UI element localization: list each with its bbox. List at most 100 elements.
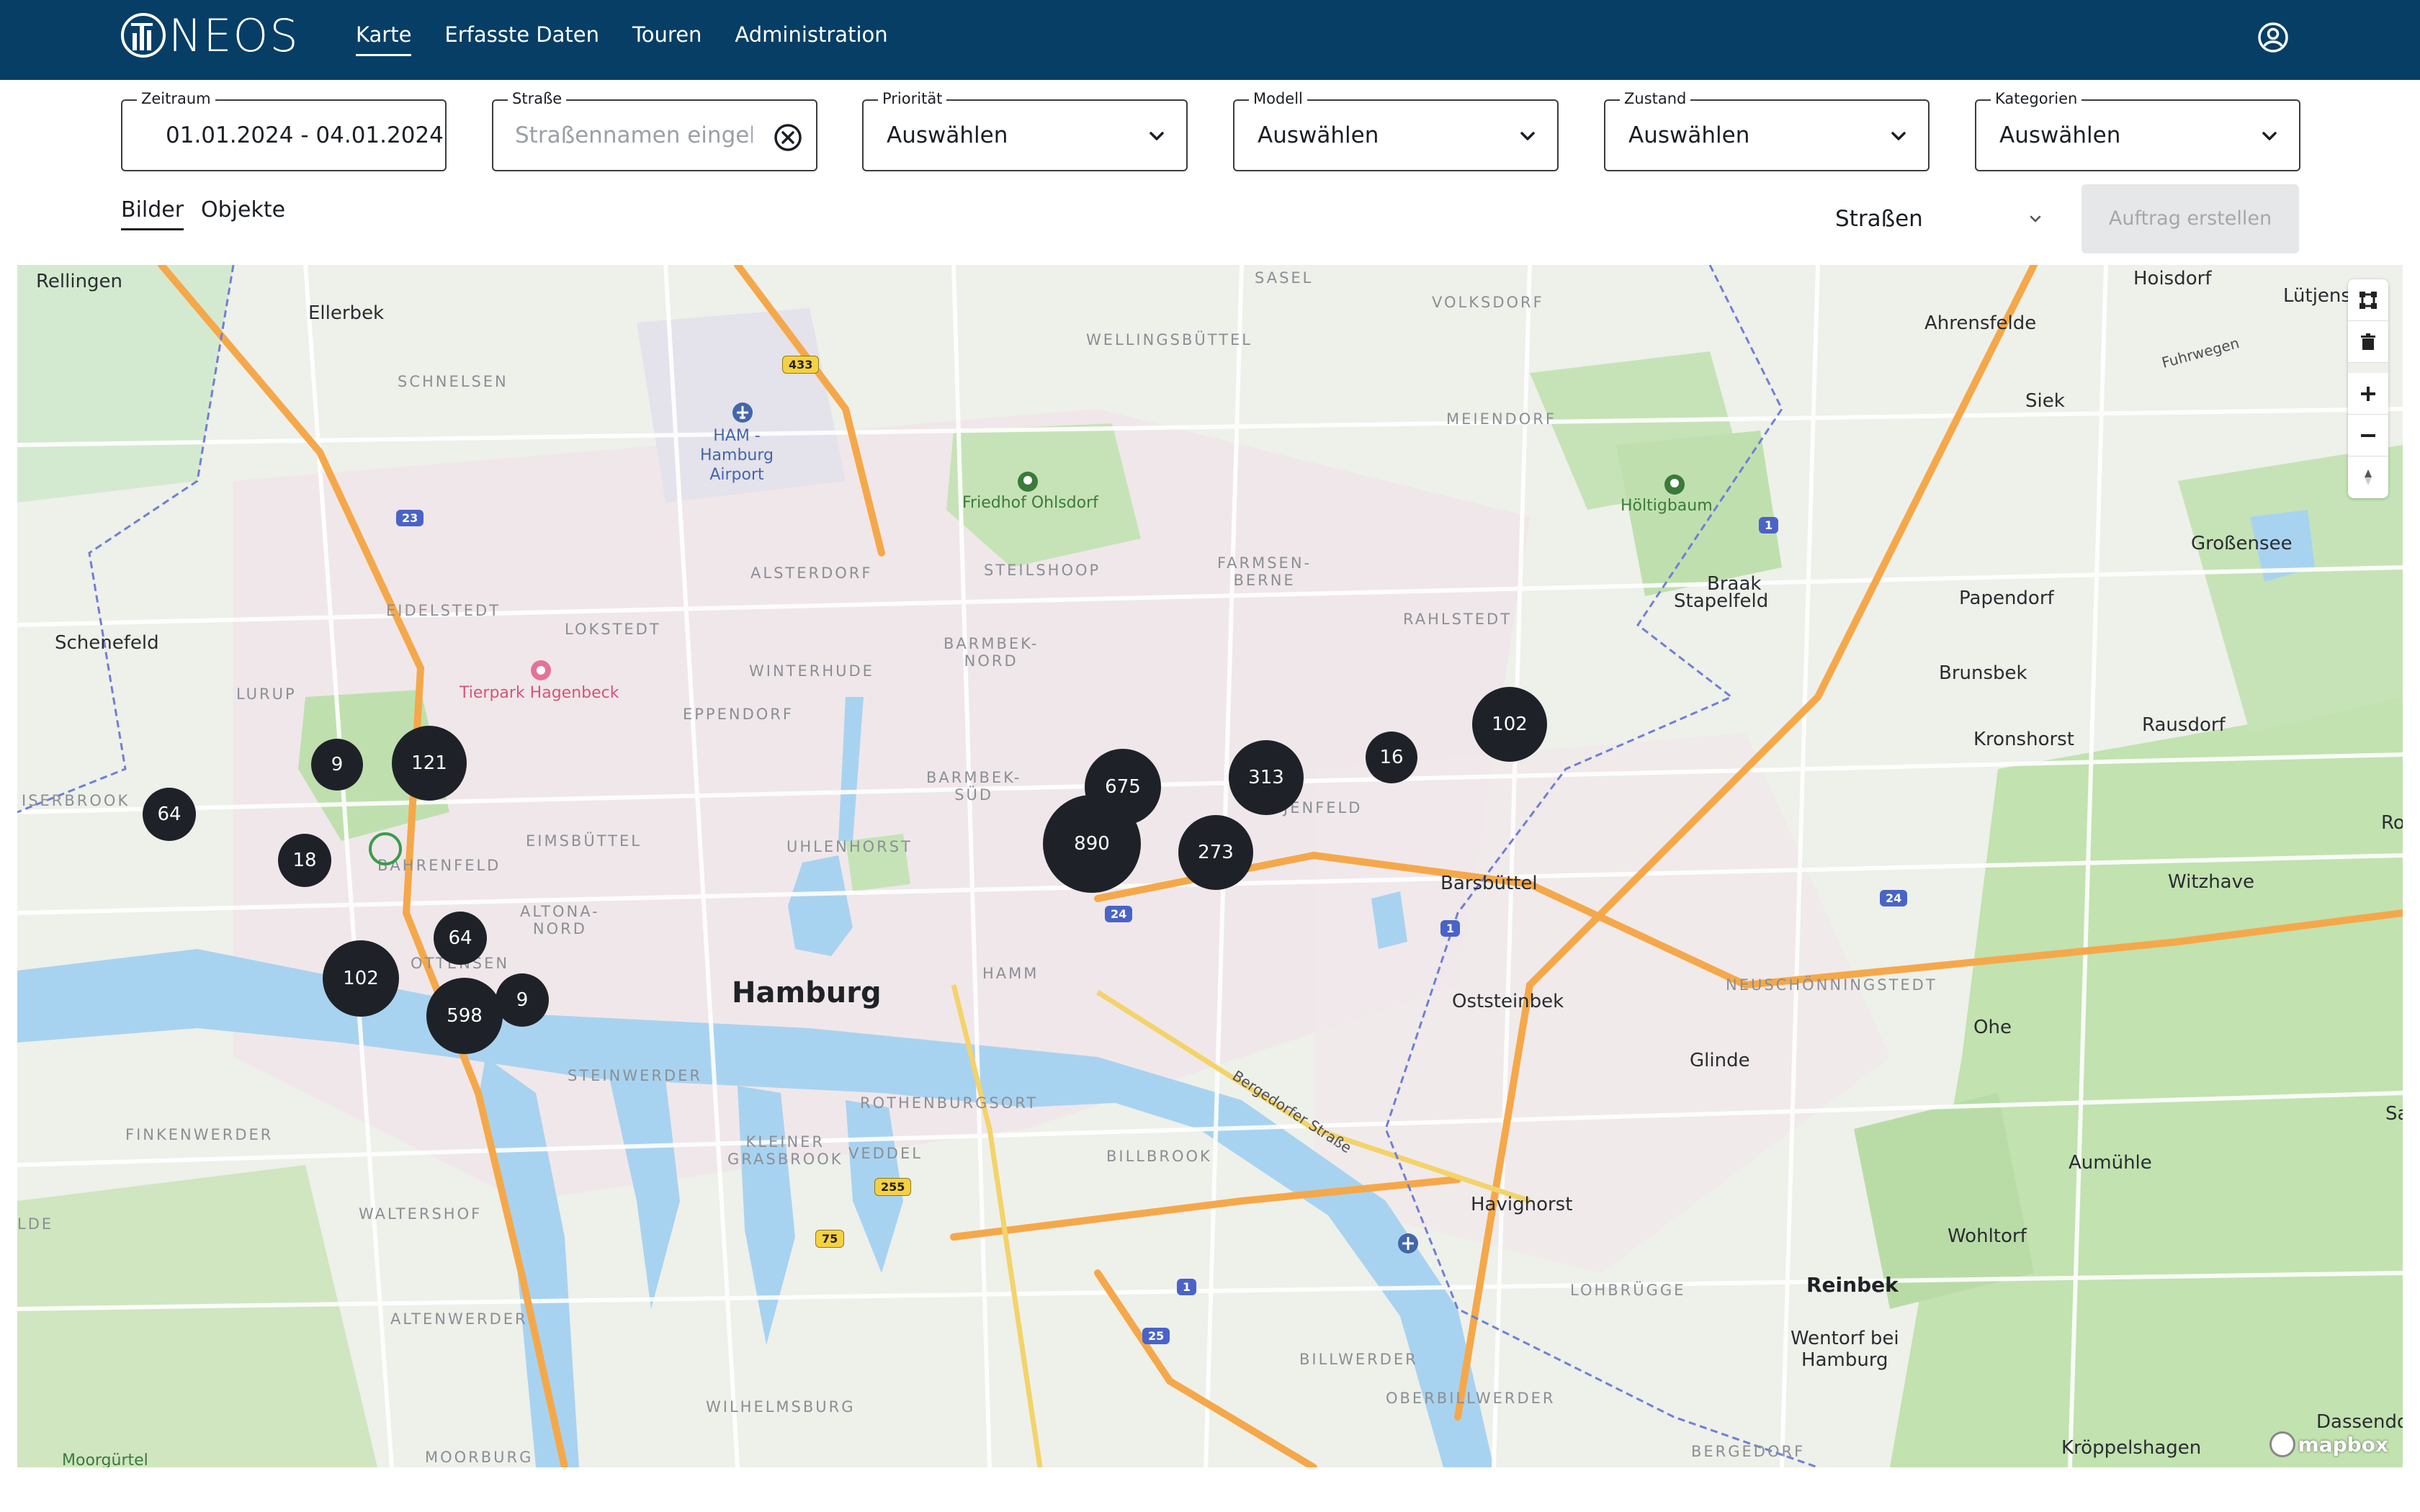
draw-polygon-button[interactable] (2348, 279, 2388, 321)
map-label-uhlenhorst: UHLENHORST (786, 838, 913, 855)
map-label-hoisdorf: Hoisdorf (2133, 268, 2212, 289)
delete-drawing-button[interactable] (2348, 321, 2388, 363)
map-controls (2348, 279, 2388, 498)
map-label-siek: Siek (2025, 390, 2065, 412)
map-label-friedhof-ohlsdorf: Friedhof Ohlsdorf (962, 494, 1098, 512)
neos-logo[interactable]: NEOS (120, 9, 300, 62)
map-label-winterhude: WINTERHUDE (749, 662, 874, 680)
zustand-value: Auswählen (1628, 122, 1750, 148)
image-cluster[interactable]: 102 (323, 940, 399, 1017)
tab-bilder[interactable]: Bilder (121, 197, 184, 230)
map-label-eidelstedt: EIDELSTEDT (386, 602, 501, 619)
map-label-lokstedt: LOKSTEDT (565, 621, 661, 638)
top-navigation-bar: NEOS Karte Erfasste Daten Touren Adminis… (0, 0, 2420, 80)
map-label-barmbek-sued: BARMBEK- SÜD (926, 769, 1022, 804)
map-label-kleiner-grasbrook: KLEINER GRASBROOK (727, 1133, 843, 1168)
strasse-label: Straße (508, 90, 567, 107)
road-shield: 24 (1880, 890, 1908, 906)
control-gap (2348, 363, 2388, 373)
image-cluster[interactable]: 598 (426, 978, 503, 1054)
strasse-placeholder: Straßennamen eingebe (515, 122, 753, 148)
map-label-tierpark: Tierpark Hagenbeck (460, 684, 619, 702)
map-label-lurup: LURUP (236, 685, 297, 703)
map-label-veddel: VEDDEL (848, 1145, 923, 1162)
image-cluster[interactable]: 18 (278, 834, 331, 887)
single-image-marker[interactable] (369, 832, 402, 865)
map-label-iserbrook: ISERBROOK (22, 792, 130, 809)
zoom-out-button[interactable] (2348, 415, 2388, 456)
map-label-rahlstedt: RAHLSTEDT (1403, 611, 1512, 628)
map-view[interactable]: Rellingen Ellerbek SCHNELSEN HAM - Hambu… (17, 265, 2403, 1467)
user-account-icon[interactable] (2257, 22, 2289, 53)
map-label-alsterdorf: ALSTERDORF (750, 564, 873, 582)
tab-objekte[interactable]: Objekte (201, 197, 285, 230)
map-label-altona-nord: ALTONA- NORD (520, 903, 600, 937)
map-label-eppendorf: EPPENDORF (683, 706, 794, 723)
map-label-lohbruegge: LOHBRÜGGE (1570, 1282, 1686, 1299)
kategorien-label: Kategorien (1991, 90, 2082, 107)
road-shield: 1 (1440, 920, 1461, 937)
map-label-stapelfeld: Stapelfeld (1674, 590, 1769, 612)
zeitraum-field[interactable]: Zeitraum 01.01.2024 - 04.01.2024 (121, 90, 447, 171)
strasse-field[interactable]: Straße Straßennamen eingebe (492, 90, 817, 171)
map-label-neuschoenningstedt: NEUSCHÖNNINGSTEDT (1726, 976, 1937, 994)
nav-touren[interactable]: Touren (632, 19, 702, 56)
draw-polygon-icon (2360, 291, 2377, 309)
prioritaet-label: Priorität (878, 90, 947, 107)
map-label-moorguertel: Moorgürtel (62, 1452, 148, 1467)
mapbox-icon (2269, 1431, 2295, 1457)
nav-administration[interactable]: Administration (735, 19, 887, 56)
image-cluster[interactable]: 64 (434, 912, 487, 965)
prioritaet-value: Auswählen (887, 122, 1008, 148)
auftrag-erstellen-button[interactable]: Auftrag erstellen (2081, 184, 2299, 253)
map-label-hoeltigbaum: Höltigbaum (1621, 497, 1713, 515)
map-label-wilhelmsburg: WILHELMSBURG (706, 1398, 856, 1416)
zeitraum-value: 01.01.2024 - 04.01.2024 (166, 122, 444, 148)
map-label-barmbek-nord: BARMBEK- NORD (944, 635, 1039, 670)
map-label-billbrook: BILLBROOK (1106, 1148, 1212, 1165)
map-label-glinde: Glinde (1690, 1050, 1750, 1071)
chevron-down-icon (2030, 215, 2041, 222)
mapbox-text: mapbox (2298, 1432, 2388, 1457)
map-label-brunsbek: Brunsbek (1939, 662, 2027, 684)
image-cluster[interactable]: 102 (1472, 687, 1547, 762)
compass-icon (2365, 469, 2372, 485)
zoom-in-button[interactable] (2348, 373, 2388, 415)
strassen-layer-select[interactable]: Straßen (1835, 206, 2044, 238)
map-label-rothenburgsort: ROTHENBURGSORT (860, 1094, 1039, 1112)
chevron-down-icon (2262, 132, 2277, 140)
map-label-ellerbek: Ellerbek (308, 302, 385, 324)
clear-circle-icon[interactable] (773, 122, 803, 153)
image-cluster[interactable]: 890 (1043, 795, 1141, 893)
map-label-reinbek: Reinbek (1806, 1273, 1899, 1297)
road-shield: 433 (782, 356, 820, 374)
nav-karte[interactable]: Karte (356, 19, 412, 56)
prioritaet-select[interactable]: Priorität Auswählen (862, 90, 1188, 171)
map-label-witzhave: Witzhave (2168, 871, 2254, 893)
modell-label: Modell (1249, 90, 1307, 107)
map-label-steilshoop: STEILSHOOP (984, 562, 1101, 579)
image-cluster[interactable]: 64 (143, 788, 196, 841)
image-cluster[interactable]: 313 (1229, 740, 1304, 815)
image-cluster[interactable]: 121 (392, 726, 467, 801)
image-cluster[interactable]: 9 (496, 973, 549, 1027)
image-cluster[interactable]: 9 (311, 739, 363, 791)
map-label-altenwerder: ALTENWERDER (390, 1310, 528, 1328)
minus-icon (2361, 433, 2375, 437)
modell-select[interactable]: Modell Auswählen (1233, 90, 1559, 171)
airport-icon (732, 402, 753, 423)
kategorien-select[interactable]: Kategorien Auswählen (1975, 90, 2300, 171)
zustand-select[interactable]: Zustand Auswählen (1604, 90, 1930, 171)
image-cluster[interactable]: 273 (1178, 815, 1253, 890)
nav-erfasste-daten[interactable]: Erfasste Daten (444, 19, 599, 56)
map-label-wohltorf: Wohltorf (1948, 1225, 2027, 1247)
image-cluster[interactable]: 16 (1366, 732, 1417, 783)
nature-reserve-icon (1664, 474, 1685, 495)
trash-icon (2361, 333, 2375, 350)
mapbox-attribution-logo[interactable]: mapbox (2269, 1431, 2388, 1457)
compass-button[interactable] (2348, 456, 2388, 498)
chevron-down-icon (1891, 132, 1906, 140)
map-label-oststeinbek: Oststeinbek (1452, 991, 1564, 1012)
road-shield: 1 (1177, 1279, 1197, 1295)
road-shield: 24 (1105, 906, 1133, 922)
